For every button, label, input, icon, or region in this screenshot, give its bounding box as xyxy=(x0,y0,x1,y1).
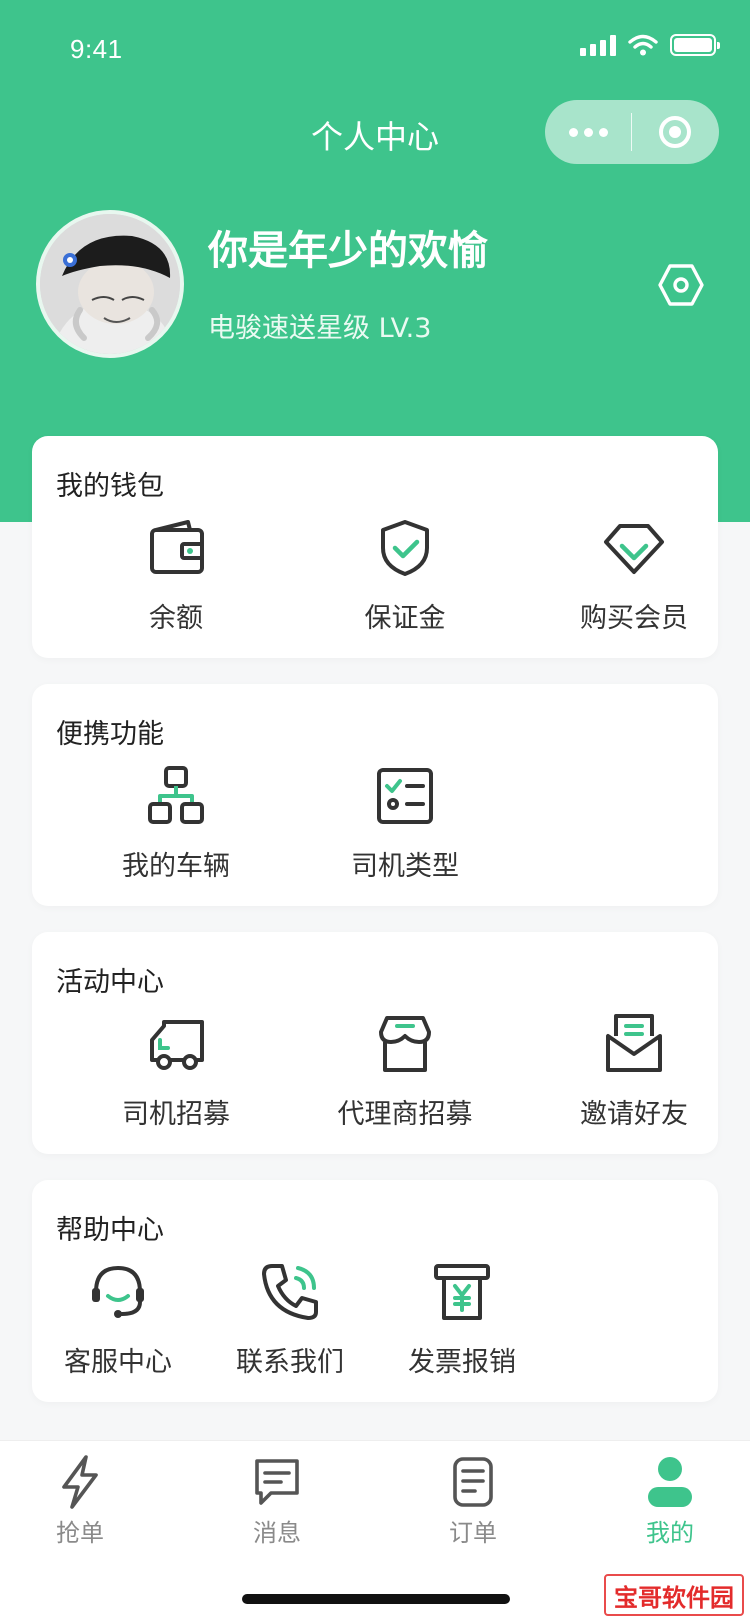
wallet-icon xyxy=(150,520,204,574)
buy-membership-button[interactable]: 购买会员 xyxy=(554,516,714,635)
item-label: 司机招募 xyxy=(122,1099,230,1130)
item-label: 发票报销 xyxy=(408,1347,516,1378)
user-icon xyxy=(648,1457,692,1507)
envelope-icon xyxy=(606,1014,662,1072)
invoice-button[interactable]: 发票报销 xyxy=(382,1260,542,1379)
message-icon xyxy=(255,1459,299,1505)
section-title: 活动中心 xyxy=(56,967,164,998)
cellular-signal-icon xyxy=(580,34,616,56)
tab-orders[interactable]: 订单 xyxy=(413,1455,533,1548)
hierarchy-icon xyxy=(148,766,204,824)
customer-service-button[interactable]: 客服中心 xyxy=(38,1260,198,1379)
phone-icon xyxy=(262,1264,318,1320)
home-indicator xyxy=(242,1594,510,1604)
item-label: 购买会员 xyxy=(580,603,688,634)
miniprogram-capsule xyxy=(545,100,719,164)
agent-recruit-button[interactable]: 代理商招募 xyxy=(325,1012,485,1131)
contact-us-button[interactable]: 联系我们 xyxy=(210,1260,370,1379)
settings-icon[interactable] xyxy=(658,262,704,308)
username: 你是年少的欢愉 xyxy=(208,228,488,274)
order-icon xyxy=(453,1457,493,1507)
avatar[interactable] xyxy=(36,210,184,358)
tab-label: 我的 xyxy=(646,1519,694,1547)
status-time: 9:41 xyxy=(70,34,123,64)
status-icons xyxy=(580,34,720,56)
target-icon xyxy=(659,116,691,148)
section-title: 帮助中心 xyxy=(56,1215,164,1246)
lightning-icon xyxy=(62,1455,98,1509)
help-card: 帮助中心 客服中心 联系我们 发票报销 xyxy=(32,1180,718,1402)
tab-label: 消息 xyxy=(253,1519,301,1547)
tab-label: 抢单 xyxy=(56,1519,104,1547)
close-miniprogram-button[interactable] xyxy=(632,116,718,148)
driver-recruit-button[interactable]: 司机招募 xyxy=(96,1012,256,1131)
item-label: 邀请好友 xyxy=(580,1099,688,1130)
item-label: 司机类型 xyxy=(351,851,459,882)
watermark: 宝哥软件园 xyxy=(604,1574,744,1616)
truck-icon xyxy=(150,1020,204,1070)
item-label: 余额 xyxy=(149,603,203,634)
checklist-icon xyxy=(377,768,433,824)
deposit-button[interactable]: 保证金 xyxy=(325,516,485,635)
item-label: 保证金 xyxy=(364,603,446,634)
tools-card: 便携功能 我的车辆 司机类型 xyxy=(32,684,718,906)
battery-icon xyxy=(670,34,720,56)
item-label: 我的车辆 xyxy=(122,851,230,882)
my-vehicle-button[interactable]: 我的车辆 xyxy=(96,764,256,883)
store-icon xyxy=(379,1016,431,1072)
diamond-icon xyxy=(604,524,664,574)
activity-card: 活动中心 司机招募 代理商招募 邀请好友 xyxy=(32,932,718,1154)
shield-check-icon xyxy=(381,520,429,576)
invoice-icon xyxy=(434,1264,490,1320)
more-menu-button[interactable] xyxy=(545,127,631,137)
section-title: 我的钱包 xyxy=(56,471,164,502)
invite-friends-button[interactable]: 邀请好友 xyxy=(554,1012,714,1131)
item-label: 客服中心 xyxy=(64,1347,172,1378)
section-title: 便携功能 xyxy=(56,719,164,750)
driver-type-button[interactable]: 司机类型 xyxy=(325,764,485,883)
wallet-card: 我的钱包 余额 保证金 购买会员 xyxy=(32,436,718,658)
tab-mine[interactable]: 我的 xyxy=(610,1455,730,1548)
headset-icon xyxy=(92,1265,144,1318)
user-level: 电骏速送星级 LV.3 xyxy=(208,313,432,344)
status-bar: 9:41 xyxy=(0,0,750,100)
tab-messages[interactable]: 消息 xyxy=(217,1455,337,1548)
balance-button[interactable]: 余额 xyxy=(96,516,256,635)
tab-label: 订单 xyxy=(449,1519,497,1547)
item-label: 代理商招募 xyxy=(337,1099,473,1130)
tab-grab-order[interactable]: 抢单 xyxy=(20,1455,140,1548)
wifi-icon xyxy=(628,34,658,56)
item-label: 联系我们 xyxy=(236,1347,344,1378)
